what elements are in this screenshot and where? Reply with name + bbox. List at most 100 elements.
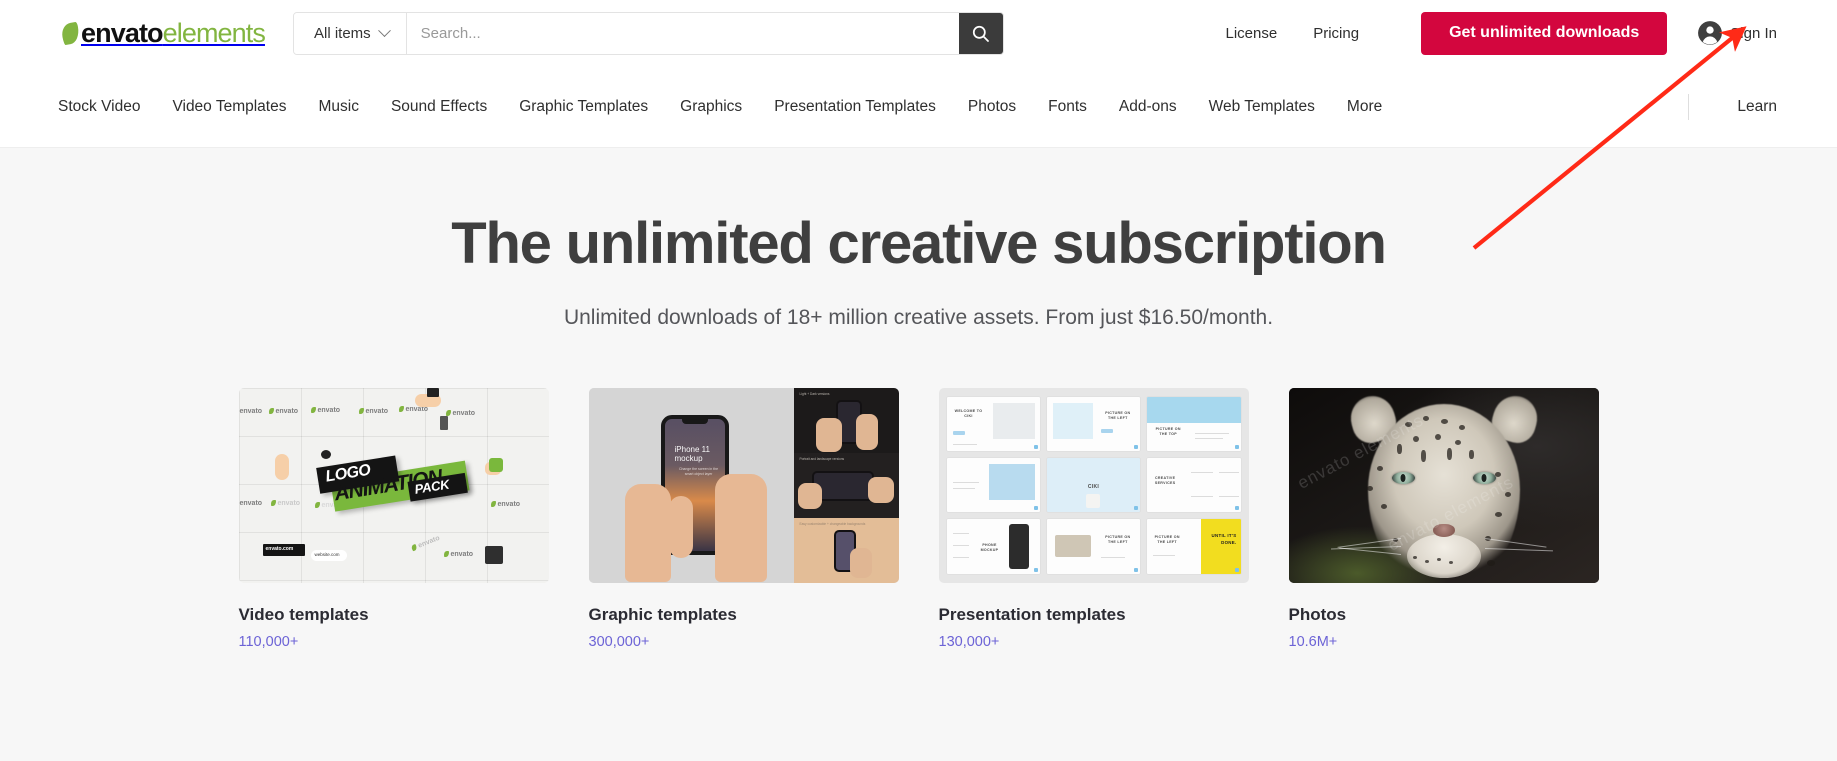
slide-corner-badge <box>1234 445 1239 450</box>
fur-spot <box>1454 439 1461 445</box>
slide-image <box>988 464 1035 501</box>
nav-item-learn[interactable]: Learn <box>1737 98 1777 116</box>
nav-item-stock-video[interactable]: Stock Video <box>58 98 140 116</box>
header-link-pricing[interactable]: Pricing <box>1295 25 1377 42</box>
slide-item: CREATIVE SERVICES <box>1147 458 1241 513</box>
slide-line <box>952 444 977 446</box>
card-count[interactable]: 300,000+ <box>589 634 899 650</box>
panel-label: Light + Dark versions <box>799 391 830 396</box>
category-card-graphic-templates[interactable]: iPhone 11 mockup Change the screen in th… <box>588 387 899 650</box>
nav-item-video-templates[interactable]: Video Templates <box>172 98 286 116</box>
nav-item-web-templates[interactable]: Web Templates <box>1209 98 1315 116</box>
slide-item: PICTURE ON THE TOP <box>1147 396 1241 452</box>
site-chip-label: website.com <box>314 551 340 557</box>
category-card-video-templates[interactable]: envato envato envato envato envato envat… <box>238 387 549 650</box>
nav-item-graphic-templates[interactable]: Graphic Templates <box>519 98 648 116</box>
search-input[interactable] <box>406 12 959 54</box>
mockup-side-panels: Light + Dark versions Portrait and lands… <box>793 387 899 583</box>
panel-label: Easy customizable + changeable backgroun… <box>799 521 866 526</box>
tile-label: envato <box>446 410 476 417</box>
nav-item-photos[interactable]: Photos <box>968 98 1016 116</box>
nav-item-more[interactable]: More <box>1347 98 1382 116</box>
card-count[interactable]: 130,000+ <box>939 634 1249 650</box>
chevron-down-icon <box>377 23 391 37</box>
slide-line <box>1195 432 1230 434</box>
mini-hand <box>867 476 894 503</box>
mini-hand <box>797 482 822 509</box>
tile-label: envato <box>239 408 263 415</box>
panel-label: Portrait and landscape versions <box>799 456 845 461</box>
category-card-list: envato envato envato envato envato envat… <box>0 387 1837 650</box>
phone-caption: Change the screen in the smart object la… <box>678 466 719 477</box>
fur-spot <box>1486 559 1495 566</box>
mockup-panel-dark-portrait: Light + Dark versions <box>793 387 899 453</box>
tile-label: envato <box>239 500 263 507</box>
slide-heading: PICTURE ON THE LEFT <box>1154 535 1180 545</box>
slide-image <box>1147 396 1241 423</box>
tile-label: envato <box>444 551 474 558</box>
card-count[interactable]: 10.6M+ <box>1289 634 1599 650</box>
nav-item-presentation-templates[interactable]: Presentation Templates <box>774 98 936 116</box>
snow-leopard-photo-thumbnail: envato elements envato elements <box>1288 387 1599 583</box>
tile-label: envato <box>271 500 301 507</box>
fur-spot <box>1424 559 1429 563</box>
fur-spot <box>1434 433 1441 440</box>
slide-corner-badge <box>1134 506 1139 511</box>
fur-spot <box>1412 435 1419 442</box>
hero-section: The unlimited creative subscription Unli… <box>0 148 1837 761</box>
tile-label: envato <box>269 408 299 415</box>
slide-line <box>1191 472 1214 474</box>
fur-spot <box>1448 560 1453 564</box>
card-title: Presentation templates <box>938 604 1126 624</box>
header-link-license[interactable]: License <box>1208 25 1296 42</box>
search-submit-button[interactable] <box>958 12 1003 54</box>
nav-item-add-ons[interactable]: Add-ons <box>1119 98 1177 116</box>
slide-item: PICTURE ON THE LEFT <box>1046 396 1141 452</box>
page-title: The unlimited creative subscription <box>451 211 1387 276</box>
slide-line <box>952 482 979 484</box>
slide-item: WELCOME TO CIKI <box>946 396 1040 452</box>
slide-heading: WELCOME TO CIKI <box>954 408 983 418</box>
card-count[interactable]: 110,000+ <box>239 634 549 650</box>
brand-chip-label: envato.com <box>265 545 294 552</box>
nav-item-fonts[interactable]: Fonts <box>1048 98 1087 116</box>
slide-corner-badge <box>1134 567 1139 572</box>
search-category-label: All items <box>313 24 371 42</box>
fur-spot <box>1440 418 1448 424</box>
tile-label: envato <box>491 501 521 508</box>
mockup-main-panel: iPhone 11 mockup Change the screen in th… <box>588 387 794 583</box>
decor-box <box>320 449 331 459</box>
fur-spot <box>1412 555 1417 559</box>
finger <box>668 495 693 558</box>
decor-box <box>488 457 503 472</box>
mini-hand <box>849 547 872 578</box>
nav-item-music[interactable]: Music <box>318 98 358 116</box>
slide-line <box>952 557 969 559</box>
slide-image <box>992 402 1035 440</box>
slide-heading: PICTURE ON THE LEFT <box>1105 410 1131 420</box>
slide-corner-badge <box>1234 506 1239 511</box>
slide-item: CIKI <box>1046 458 1141 513</box>
envato-elements-logo[interactable]: envato elements <box>60 19 266 47</box>
slide-heading: PHONE MOCKUP <box>980 543 999 553</box>
slide-heading: PICTURE ON THE LEFT <box>1105 535 1131 545</box>
logo-animation-pack-thumbnail: envato envato envato envato envato envat… <box>238 387 549 583</box>
slide-item <box>946 458 1040 513</box>
slide-corner-badge <box>1033 506 1038 511</box>
sign-in-button[interactable]: Sign In <box>1697 20 1777 46</box>
slide-line <box>1219 472 1240 474</box>
category-card-presentation-templates[interactable]: WELCOME TO CIKI PICTURE ON THE LEFT PICT… <box>938 387 1249 650</box>
mockup-panel-light: Easy customizable + changeable backgroun… <box>793 517 899 583</box>
hand-left <box>624 483 671 582</box>
get-unlimited-downloads-button[interactable]: Get unlimited downloads <box>1421 11 1668 55</box>
search-category-dropdown[interactable]: All items <box>293 12 407 54</box>
tile-label: envato <box>399 406 429 413</box>
card-title: Photos <box>1288 604 1347 624</box>
nav-item-sound-effects[interactable]: Sound Effects <box>391 98 487 116</box>
iphone-11-mockup-thumbnail: iPhone 11 mockup Change the screen in th… <box>588 387 899 583</box>
nav-item-graphics[interactable]: Graphics <box>680 98 742 116</box>
category-card-photos[interactable]: envato elements envato elements Photos 1… <box>1288 387 1599 650</box>
slide-line <box>952 545 969 547</box>
slide-line <box>1153 555 1176 557</box>
slide-image <box>1054 535 1091 558</box>
